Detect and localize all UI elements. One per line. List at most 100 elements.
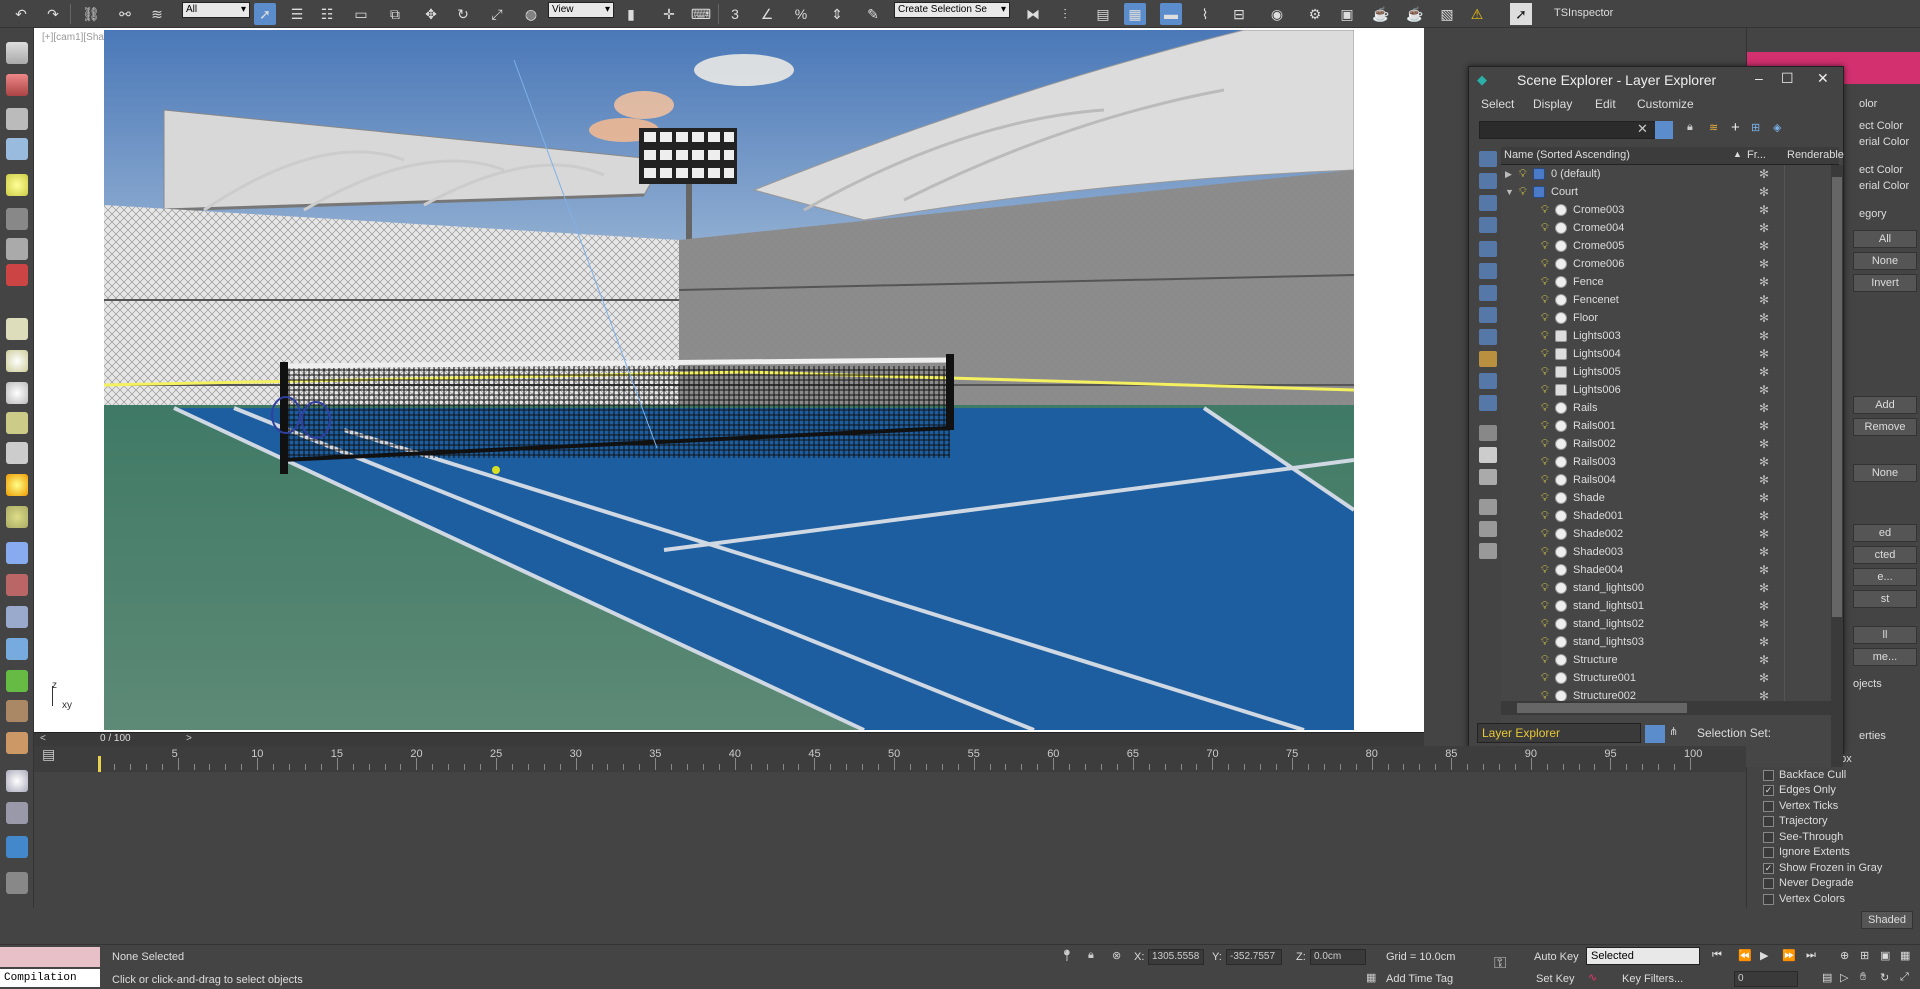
link-icon[interactable]: ⛓ — [80, 3, 102, 25]
freeze-toggle-icon[interactable]: ✻ — [1759, 381, 1769, 399]
bind-spacewarp-icon[interactable]: ≋ — [146, 3, 168, 25]
cp-all-button[interactable]: All — [1853, 230, 1917, 248]
cp-hide-by-hit-button[interactable]: st — [1853, 590, 1917, 608]
renderable-toggle[interactable] — [1784, 381, 1830, 399]
display-property-checkbox[interactable] — [1763, 831, 1774, 843]
isolate-icon[interactable]: 📍︎ — [1060, 949, 1074, 962]
renderable-toggle[interactable] — [1784, 399, 1830, 417]
layer-tree-row[interactable]: 💡︎ Fence ✻ — [1501, 273, 1831, 291]
selection-filter-icon[interactable] — [1479, 521, 1497, 537]
xrefs-filter-icon[interactable] — [1479, 373, 1497, 389]
cp-none2-button[interactable]: None — [1853, 464, 1917, 482]
play-icon[interactable]: ▶ — [1760, 949, 1768, 962]
tsinspector-label[interactable]: TSInspector — [1554, 7, 1613, 19]
x-coordinate-field[interactable]: 1305.5558 — [1148, 949, 1204, 965]
align-icon[interactable]: ⫶ — [1054, 3, 1076, 25]
tools-icon[interactable] — [6, 732, 28, 754]
freeze-toggle-icon[interactable]: ✻ — [1759, 345, 1769, 363]
cameras-filter-icon[interactable] — [1479, 285, 1497, 301]
window-crossing-icon[interactable]: ⧉ — [384, 3, 406, 25]
sun-icon[interactable] — [6, 474, 28, 496]
camera-viewport[interactable]: [+][cam1][Shaded] z xy — [34, 28, 1424, 732]
select-by-name-icon[interactable]: ☰ — [286, 3, 308, 25]
display-property-checkbox[interactable] — [1763, 878, 1774, 889]
freeze-toggle-icon[interactable]: ✻ — [1759, 165, 1769, 183]
visibility-bulb-icon[interactable]: 💡︎ — [1541, 438, 1551, 450]
visibility-bulb-icon[interactable]: 💡︎ — [1541, 312, 1551, 324]
layer-tree-row[interactable]: 💡︎ Fencenet ✻ — [1501, 291, 1831, 309]
freeze-toggle-icon[interactable]: ✻ — [1759, 453, 1769, 471]
layer-tree-row[interactable]: 💡︎ Rails001 ✻ — [1501, 417, 1831, 435]
spacewarps-filter-icon[interactable] — [1479, 329, 1497, 345]
renderable-toggle[interactable] — [1784, 651, 1830, 669]
visibility-bulb-icon[interactable]: 💡︎ — [1541, 582, 1551, 594]
freeze-toggle-icon[interactable]: ✻ — [1759, 561, 1769, 579]
display-property-checkbox[interactable] — [1763, 800, 1774, 812]
explorer-mode-dropdown[interactable]: Layer Explorer — [1477, 723, 1641, 743]
material-editor-icon[interactable]: ◉ — [1266, 3, 1288, 25]
list-icon[interactable] — [6, 108, 28, 130]
select-by-name-list-icon[interactable]: ☷ — [316, 3, 338, 25]
freeze-toggle-icon[interactable]: ✻ — [1759, 363, 1769, 381]
menu-edit[interactable]: Edit — [1595, 97, 1616, 111]
pan-icon[interactable]: ✋︎ — [1860, 971, 1866, 984]
rectangle-selection-icon[interactable]: ▭ — [350, 3, 372, 25]
minimize-icon[interactable]: – — [1755, 70, 1763, 86]
display-all-icon[interactable] — [1479, 173, 1497, 189]
render-iterative-icon[interactable]: ☕ — [1404, 3, 1426, 25]
freeze-toggle-icon[interactable]: ✻ — [1759, 291, 1769, 309]
cloth-icon[interactable] — [6, 606, 28, 628]
mirror-icon[interactable]: ⧓ — [1022, 3, 1044, 25]
layer-tree-row[interactable]: 💡︎ stand_lights01 ✻ — [1501, 597, 1831, 615]
go-to-end-icon[interactable]: ⏭ — [1806, 949, 1816, 962]
next-frame-icon[interactable]: ⏩ — [1782, 949, 1796, 962]
teapot-primitive-icon[interactable] — [6, 412, 28, 434]
cylinder-icon[interactable] — [6, 382, 28, 404]
freeze-toggle-icon[interactable]: ✻ — [1759, 525, 1769, 543]
clear-search-icon[interactable]: ✕ — [1637, 121, 1648, 137]
renderable-toggle[interactable] — [1784, 543, 1830, 561]
visibility-bulb-icon[interactable]: 💡︎ — [1541, 546, 1551, 558]
key-filters-button[interactable]: Key Filters... — [1622, 973, 1683, 985]
layer-tree-row[interactable]: 💡︎ stand_lights00 ✻ — [1501, 579, 1831, 597]
cp-hide-by-name-button[interactable]: e... — [1853, 568, 1917, 586]
layer-tree-row[interactable]: 💡︎ stand_lights02 ✻ — [1501, 615, 1831, 633]
freeze-toggle-icon[interactable]: ✻ — [1759, 183, 1769, 201]
selection-filter-dropdown[interactable]: All — [182, 2, 250, 18]
visibility-bulb-icon[interactable]: 💡︎ — [1541, 492, 1551, 504]
layer-tree-row[interactable]: ▼ 💡︎ Court ✻ — [1501, 183, 1831, 201]
time-slider[interactable]: < 0 / 100 > — [34, 732, 1424, 746]
visibility-bulb-icon[interactable]: 💡︎ — [1541, 366, 1551, 378]
display-property-checkbox[interactable]: ✓ — [1763, 785, 1774, 796]
renderable-toggle[interactable] — [1784, 327, 1830, 345]
spinner-snap-icon[interactable]: ⇕ — [826, 3, 848, 25]
visibility-bulb-icon[interactable]: 💡︎ — [1541, 348, 1551, 360]
freeze-toggle-icon[interactable]: ✻ — [1759, 219, 1769, 237]
particles-icon[interactable] — [6, 542, 28, 564]
visibility-bulb-icon[interactable]: 💡︎ — [1519, 186, 1529, 198]
unlink-icon[interactable]: ⚯ — [114, 3, 136, 25]
cp-unhide-by-name-button[interactable]: me... — [1853, 648, 1917, 666]
zoom-icon[interactable]: ⊕ — [1840, 949, 1849, 962]
layer-tree-row[interactable]: 💡︎ Shade001 ✻ — [1501, 507, 1831, 525]
renderable-toggle[interactable] — [1784, 417, 1830, 435]
renderable-toggle[interactable] — [1784, 453, 1830, 471]
layer-tree-row[interactable]: 💡︎ Shade004 ✻ — [1501, 561, 1831, 579]
freeze-toggle-icon[interactable]: ✻ — [1759, 399, 1769, 417]
layer-tree-list[interactable]: ▶ 💡︎ 0 (default) ✻ ▼ 💡︎ Court ✻ 💡︎ Crome003 ✻ 💡︎ Cro… — [1501, 165, 1831, 767]
visibility-bulb-icon[interactable]: 💡︎ — [1541, 204, 1551, 216]
sphere-icon[interactable] — [6, 350, 28, 372]
hair-icon[interactable] — [6, 700, 28, 722]
layers-icon[interactable]: ≋ — [1709, 121, 1718, 134]
place-icon[interactable]: ◍ — [520, 3, 542, 25]
renderable-toggle[interactable] — [1784, 255, 1830, 273]
cp-hide-selected-button[interactable]: ed — [1853, 524, 1917, 542]
auto-key-button[interactable]: Auto Key — [1534, 951, 1579, 963]
curve-editor-icon[interactable]: ⌇ — [1194, 3, 1216, 25]
display-invert-icon[interactable] — [1479, 195, 1497, 211]
renderable-toggle[interactable] — [1784, 219, 1830, 237]
display-children-icon[interactable] — [1479, 425, 1497, 441]
maximize-viewport-icon[interactable]: ⤢ — [1900, 971, 1909, 984]
display-influences-icon[interactable] — [1479, 447, 1497, 463]
freeze-toggle-icon[interactable]: ✻ — [1759, 471, 1769, 489]
